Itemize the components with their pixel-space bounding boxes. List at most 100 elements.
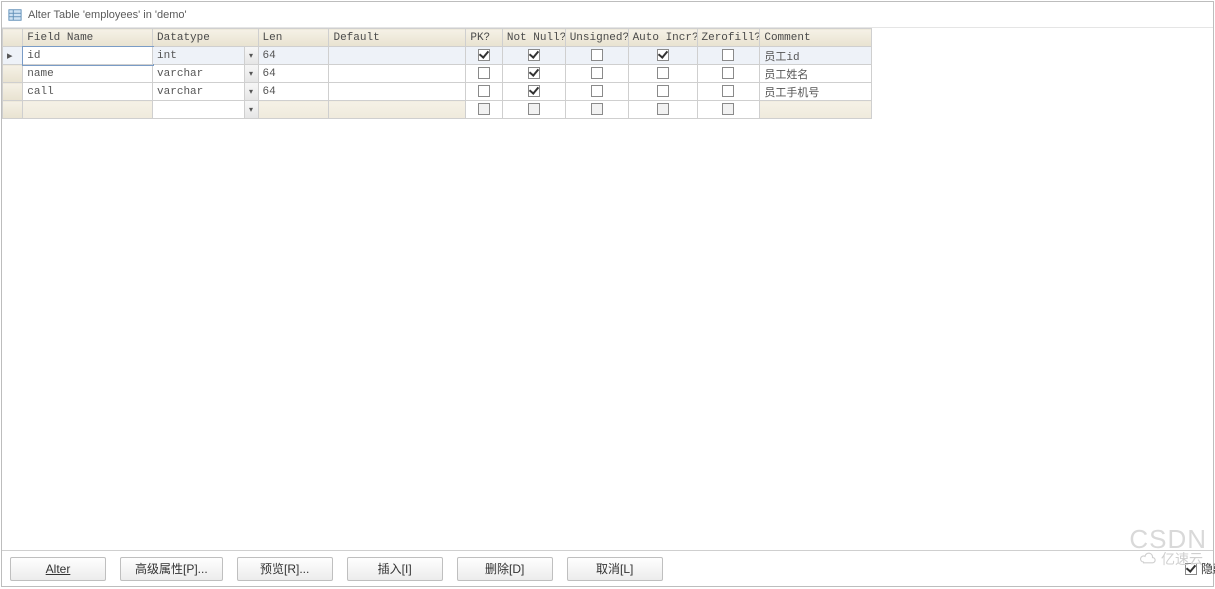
zerofill-checkbox[interactable] xyxy=(697,47,760,65)
unsigned-checkbox[interactable] xyxy=(565,65,628,83)
row-selector[interactable] xyxy=(3,101,23,119)
table-row[interactable]: callvarchar▾64 员工手机号 xyxy=(3,83,872,101)
comment-cell[interactable]: 员工姓名 xyxy=(760,65,872,83)
auto-incr-checkbox[interactable] xyxy=(628,65,697,83)
pk-checkbox-box[interactable] xyxy=(478,49,490,61)
len-cell[interactable]: 64 xyxy=(258,47,329,65)
header-datatype[interactable]: Datatype xyxy=(153,29,258,47)
field-name-cell[interactable] xyxy=(23,101,153,119)
field-name-cell[interactable]: id xyxy=(23,47,153,65)
default-cell[interactable] xyxy=(329,101,466,119)
comment-cell[interactable]: 员工手机号 xyxy=(760,83,872,101)
header-len[interactable]: Len xyxy=(258,29,329,47)
unsigned-checkbox[interactable] xyxy=(565,83,628,101)
default-cell[interactable] xyxy=(329,83,466,101)
preview-button[interactable]: 预览[R]... xyxy=(237,557,333,581)
len-cell[interactable]: 64 xyxy=(258,83,329,101)
pk-checkbox-box[interactable] xyxy=(478,85,490,97)
datatype-cell[interactable]: varchar ▾ xyxy=(153,65,258,83)
unsigned-checkbox[interactable] xyxy=(565,47,628,65)
default-cell[interactable] xyxy=(329,47,466,65)
not-null-checkbox-box[interactable] xyxy=(528,103,540,115)
pk-checkbox[interactable] xyxy=(466,101,503,119)
default-cell[interactable] xyxy=(329,65,466,83)
titlebar: Alter Table 'employees' in 'demo' xyxy=(2,2,1213,28)
header-zerofill[interactable]: Zerofill? xyxy=(697,29,760,47)
zerofill-checkbox[interactable] xyxy=(697,101,760,119)
datatype-dropdown-icon[interactable]: ▾ xyxy=(244,101,258,118)
auto-incr-checkbox-box[interactable] xyxy=(657,67,669,79)
unsigned-checkbox-box[interactable] xyxy=(591,85,603,97)
delete-button[interactable]: 删除[D] xyxy=(457,557,553,581)
table-row[interactable]: name varchar ▾64 员工姓名 xyxy=(3,65,872,83)
datatype-cell[interactable]: ▾ xyxy=(153,101,258,119)
not-null-checkbox[interactable] xyxy=(502,47,565,65)
zerofill-checkbox[interactable] xyxy=(697,83,760,101)
zerofill-checkbox-box[interactable] xyxy=(722,103,734,115)
row-selector[interactable] xyxy=(3,83,23,101)
pk-checkbox[interactable] xyxy=(466,65,503,83)
unsigned-checkbox-box[interactable] xyxy=(591,67,603,79)
field-name-cell[interactable]: call xyxy=(23,83,153,101)
header-not-null[interactable]: Not Null? xyxy=(502,29,565,47)
not-null-checkbox-box[interactable] xyxy=(528,67,540,79)
not-null-checkbox[interactable] xyxy=(502,65,565,83)
header-pk[interactable]: PK? xyxy=(466,29,503,47)
header-corner xyxy=(3,29,23,47)
insert-button[interactable]: 插入[I] xyxy=(347,557,443,581)
cancel-button[interactable]: 取消[L] xyxy=(567,557,663,581)
row-selector[interactable] xyxy=(3,65,23,83)
len-cell[interactable]: 64 xyxy=(258,65,329,83)
comment-cell[interactable] xyxy=(760,101,872,119)
fields-grid-container: Field Name Datatype Len Default PK? Not … xyxy=(2,28,1213,550)
hide-language-checkbox[interactable]: 隐藏 xyxy=(1185,560,1215,577)
pk-checkbox[interactable] xyxy=(466,47,503,65)
not-null-checkbox-box[interactable] xyxy=(528,85,540,97)
zerofill-checkbox-box[interactable] xyxy=(722,49,734,61)
datatype-value: varchar xyxy=(157,68,203,80)
hide-checkbox-box[interactable] xyxy=(1185,563,1197,575)
datatype-dropdown-icon[interactable]: ▾ xyxy=(244,47,258,64)
not-null-checkbox[interactable] xyxy=(502,101,565,119)
len-cell[interactable] xyxy=(258,101,329,119)
auto-incr-checkbox-box[interactable] xyxy=(657,49,669,61)
not-null-checkbox[interactable] xyxy=(502,83,565,101)
unsigned-checkbox-box[interactable] xyxy=(591,103,603,115)
table-row[interactable]: ▸idint▾64 员工id xyxy=(3,47,872,65)
table-icon xyxy=(8,8,22,22)
datatype-cell[interactable]: int▾ xyxy=(153,47,258,65)
table-row[interactable]: ▾ xyxy=(3,101,872,119)
header-comment[interactable]: Comment xyxy=(760,29,872,47)
zerofill-checkbox-box[interactable] xyxy=(722,67,734,79)
field-name-cell[interactable]: name xyxy=(23,65,153,83)
pk-checkbox[interactable] xyxy=(466,83,503,101)
zerofill-checkbox[interactable] xyxy=(697,65,760,83)
zerofill-checkbox-box[interactable] xyxy=(722,85,734,97)
datatype-cell[interactable]: varchar▾ xyxy=(153,83,258,101)
fields-grid[interactable]: Field Name Datatype Len Default PK? Not … xyxy=(2,28,872,119)
unsigned-checkbox-box[interactable] xyxy=(591,49,603,61)
datatype-dropdown-icon[interactable]: ▾ xyxy=(244,65,258,82)
header-default[interactable]: Default xyxy=(329,29,466,47)
grid-header-row: Field Name Datatype Len Default PK? Not … xyxy=(3,29,872,47)
header-auto-incr[interactable]: Auto Incr? xyxy=(628,29,697,47)
unsigned-checkbox[interactable] xyxy=(565,101,628,119)
auto-incr-checkbox[interactable] xyxy=(628,47,697,65)
alter-table-window: Alter Table 'employees' in 'demo' Field … xyxy=(1,1,1214,587)
datatype-dropdown-icon[interactable]: ▾ xyxy=(244,83,258,100)
window-title: Alter Table 'employees' in 'demo' xyxy=(28,9,187,21)
comment-cell[interactable]: 员工id xyxy=(760,47,872,65)
pk-checkbox-box[interactable] xyxy=(478,103,490,115)
pk-checkbox-box[interactable] xyxy=(478,67,490,79)
auto-incr-checkbox[interactable] xyxy=(628,101,697,119)
auto-incr-checkbox[interactable] xyxy=(628,83,697,101)
hide-checkbox-label: 隐藏 xyxy=(1201,560,1215,577)
row-selector[interactable]: ▸ xyxy=(3,47,23,65)
auto-incr-checkbox-box[interactable] xyxy=(657,103,669,115)
alter-button[interactable]: Alter xyxy=(10,557,106,581)
header-field-name[interactable]: Field Name xyxy=(23,29,153,47)
auto-incr-checkbox-box[interactable] xyxy=(657,85,669,97)
not-null-checkbox-box[interactable] xyxy=(528,49,540,61)
header-unsigned[interactable]: Unsigned? xyxy=(565,29,628,47)
advanced-props-button[interactable]: 高级属性[P]... xyxy=(120,557,223,581)
